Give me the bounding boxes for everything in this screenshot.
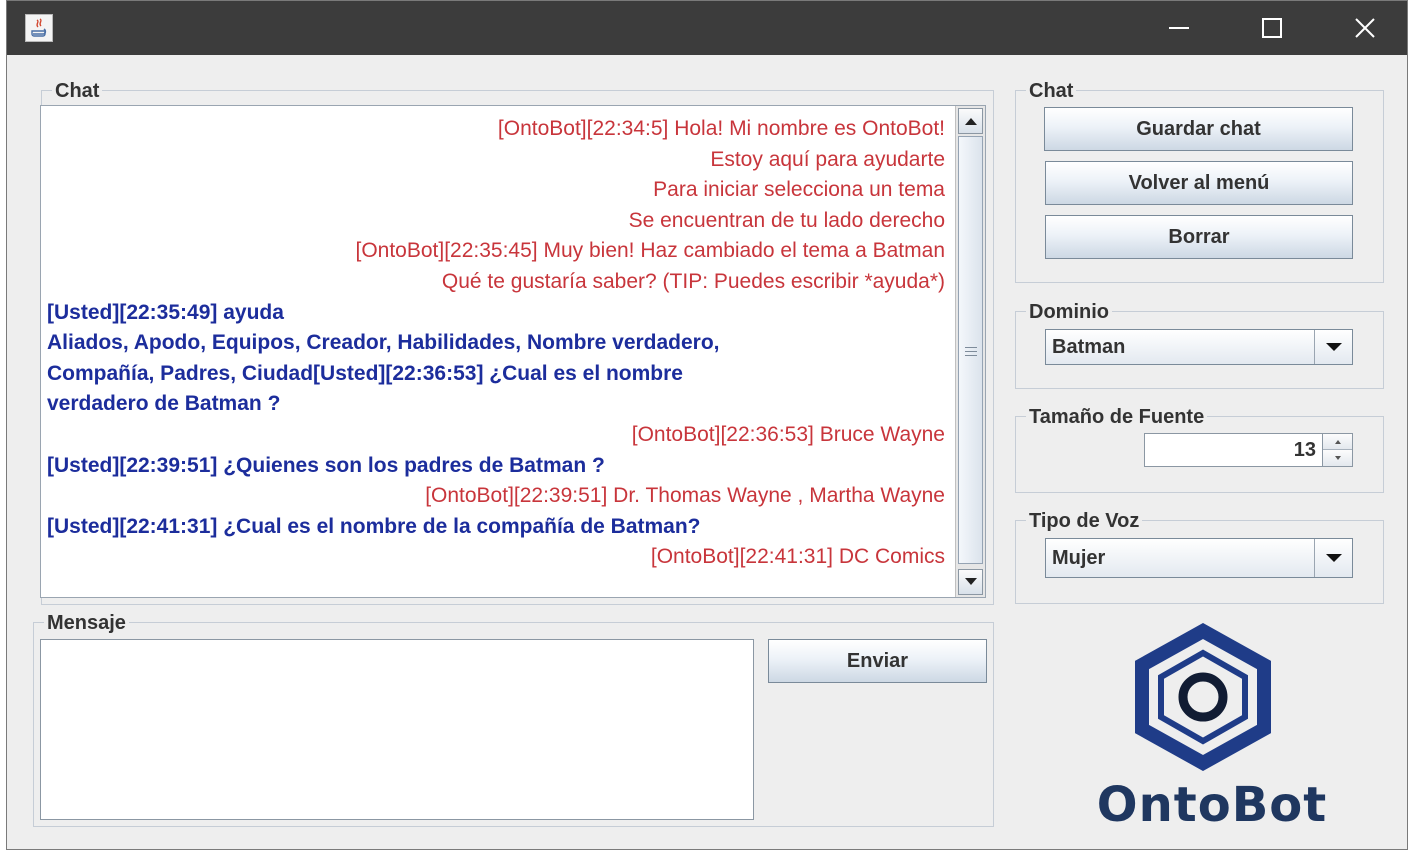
app-window: Chat [OntoBot][22:34:5] Hola! Mi nombre …	[6, 0, 1408, 850]
scroll-thumb[interactable]	[958, 136, 983, 564]
spinner-increment-button[interactable]	[1323, 434, 1352, 450]
arrow-up-icon	[964, 118, 977, 125]
user-message-line: [Usted][22:41:31] ¿Cual es el nombre de …	[47, 514, 701, 538]
message-legend: Mensaje	[44, 612, 129, 634]
user-message-line: verdadero de Batman ?	[47, 392, 281, 416]
spinner-buttons	[1322, 434, 1352, 466]
chat-actions-legend: Chat	[1026, 80, 1077, 102]
bot-message-line: Se encuentran de tu lado derecho	[628, 208, 945, 232]
domain-select-value: Batman	[1052, 335, 1126, 358]
bot-message-line: Qué te gustaría saber? (TIP: Puedes escr…	[441, 269, 945, 293]
user-message-line: Compañía, Padres, Ciudad[Usted][22:36:53…	[47, 361, 683, 385]
grip-line	[965, 351, 977, 352]
grip-line	[965, 347, 977, 348]
chevron-down-icon	[1325, 343, 1342, 351]
font-size-value: 13	[1293, 438, 1316, 461]
bot-message-line: [OntoBot][22:34:5] Hola! Mi nombre es On…	[497, 117, 945, 140]
scroll-up-button[interactable]	[958, 108, 983, 134]
arrow-down-icon	[1334, 456, 1341, 460]
font-size-spinner[interactable]: 13	[1144, 433, 1353, 467]
maximize-icon	[1262, 18, 1282, 38]
close-button[interactable]	[1343, 9, 1387, 47]
chevron-down-icon	[1325, 554, 1342, 562]
chat-scrollbar[interactable]	[955, 106, 985, 597]
ontobot-logo-icon	[1135, 623, 1271, 771]
java-app-icon[interactable]	[25, 14, 53, 42]
logo-wordmark: OntoBot	[1096, 777, 1328, 833]
message-input[interactable]	[40, 639, 754, 820]
scroll-down-button[interactable]	[958, 569, 983, 595]
bot-message-line: [OntoBot][22:36:53] Bruce Wayne	[631, 422, 945, 446]
user-message-line: Aliados, Apodo, Equipos, Creador, Habili…	[47, 331, 720, 355]
title-bar	[7, 1, 1407, 55]
user-message-line: [Usted][22:35:49] ayuda	[47, 300, 284, 324]
minimize-icon	[1169, 27, 1189, 29]
minimize-button[interactable]	[1157, 9, 1201, 47]
arrow-down-icon	[964, 578, 977, 585]
arrow-up-icon	[1334, 439, 1341, 444]
domain-legend: Dominio	[1026, 301, 1112, 323]
bot-message-line: [OntoBot][22:41:31] DC Comics	[650, 545, 945, 569]
grip-line	[965, 355, 977, 356]
voice-legend: Tipo de Voz	[1026, 510, 1143, 532]
clear-button[interactable]: Borrar	[1045, 215, 1353, 259]
chat-legend: Chat	[52, 80, 103, 102]
bot-message-line: Estoy aquí para ayudarte	[710, 147, 945, 171]
chat-lines: [OntoBot][22:34:5] Hola! Mi nombre es On…	[41, 114, 953, 573]
send-button[interactable]: Enviar	[768, 639, 987, 683]
font-size-legend: Tamaño de Fuente	[1026, 406, 1208, 428]
bot-message-line: [OntoBot][22:35:45] Muy bien! Haz cambia…	[355, 239, 946, 263]
back-to-menu-button[interactable]: Volver al menú	[1045, 161, 1353, 205]
bot-message-line: Para iniciar selecciona un tema	[653, 178, 945, 202]
voice-select[interactable]: Mujer	[1045, 538, 1353, 578]
close-icon	[1355, 18, 1375, 38]
spinner-decrement-button[interactable]	[1323, 450, 1352, 466]
maximize-button[interactable]	[1250, 9, 1294, 47]
bot-message-line: [OntoBot][22:39:51] Dr. Thomas Wayne , M…	[425, 484, 945, 508]
chat-transcript[interactable]: [OntoBot][22:34:5] Hola! Mi nombre es On…	[40, 105, 986, 598]
domain-select[interactable]: Batman	[1045, 329, 1353, 365]
voice-select-value: Mujer	[1052, 546, 1106, 569]
save-chat-button[interactable]: Guardar chat	[1044, 107, 1353, 151]
dropdown-arrow-button[interactable]	[1314, 330, 1352, 364]
user-message-line: [Usted][22:39:51] ¿Quienes son los padre…	[47, 453, 605, 477]
dropdown-arrow-button[interactable]	[1314, 539, 1352, 577]
